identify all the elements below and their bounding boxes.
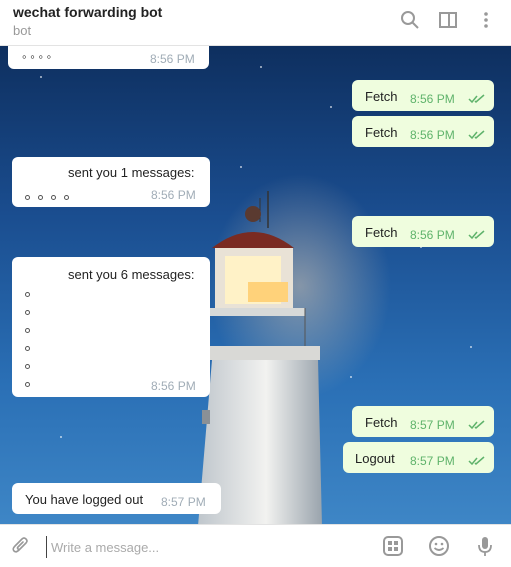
incoming-message[interactable]: sent you 6 messages: 8:56 PM [12,257,210,397]
message-time: 8:57 PM [410,454,455,468]
message-time: 8:56 PM [151,188,196,202]
message-text: sent you 6 messages: [68,267,195,282]
message-text: Fetch [365,89,398,104]
read-receipt-icon [468,420,485,430]
incoming-message[interactable]: ◦ ◦ ◦ ◦ 8:56 PM [8,46,209,69]
commands-icon[interactable] [382,535,404,557]
outgoing-message[interactable]: Logout 8:57 PM [343,442,494,473]
read-receipt-icon [468,94,485,104]
message-text: ◦ ◦ ◦ ◦ [22,49,52,64]
message-text: sent you 1 messages: [68,165,195,180]
message-text: Fetch [365,125,398,140]
read-receipt-icon [468,130,485,140]
chat-title[interactable]: wechat forwarding bot [13,4,162,20]
chat-header: wechat forwarding bot bot [0,0,511,46]
read-receipt-icon [468,230,485,240]
read-receipt-icon [468,456,485,466]
outgoing-message[interactable]: Fetch 8:56 PM [352,80,494,111]
message-input[interactable] [46,536,346,558]
sidebar-toggle-icon[interactable] [437,9,459,31]
message-time: 8:57 PM [161,495,206,509]
message-time: 8:56 PM [410,228,455,242]
message-text: You have logged out [25,492,144,507]
chat-history[interactable]: ◦ ◦ ◦ ◦ 8:56 PM Fetch 8:56 PM Fetch 8:56… [0,46,511,524]
message-time: 8:56 PM [410,92,455,106]
microphone-icon[interactable] [474,535,496,557]
outgoing-message[interactable]: Fetch 8:56 PM [352,216,494,247]
message-bullets [25,189,77,204]
outgoing-message[interactable]: Fetch 8:56 PM [352,116,494,147]
message-time: 8:56 PM [150,52,195,66]
chat-subtitle: bot [13,23,32,38]
message-text: Fetch [365,225,398,240]
incoming-message[interactable]: sent you 1 messages: 8:56 PM [12,157,210,207]
lighthouse-illustration [198,191,322,524]
outgoing-message[interactable]: Fetch 8:57 PM [352,406,494,437]
search-icon[interactable] [399,9,421,31]
incoming-message[interactable]: You have logged out 8:57 PM [12,483,221,514]
message-text: Fetch [365,415,398,430]
paperclip-icon[interactable] [10,535,32,557]
message-time: 8:57 PM [410,418,455,432]
emoji-icon[interactable] [428,535,450,557]
message-time: 8:56 PM [151,379,196,393]
more-vertical-icon[interactable] [475,9,497,31]
message-text: Logout [355,451,395,466]
message-composer [0,524,511,567]
message-time: 8:56 PM [410,128,455,142]
